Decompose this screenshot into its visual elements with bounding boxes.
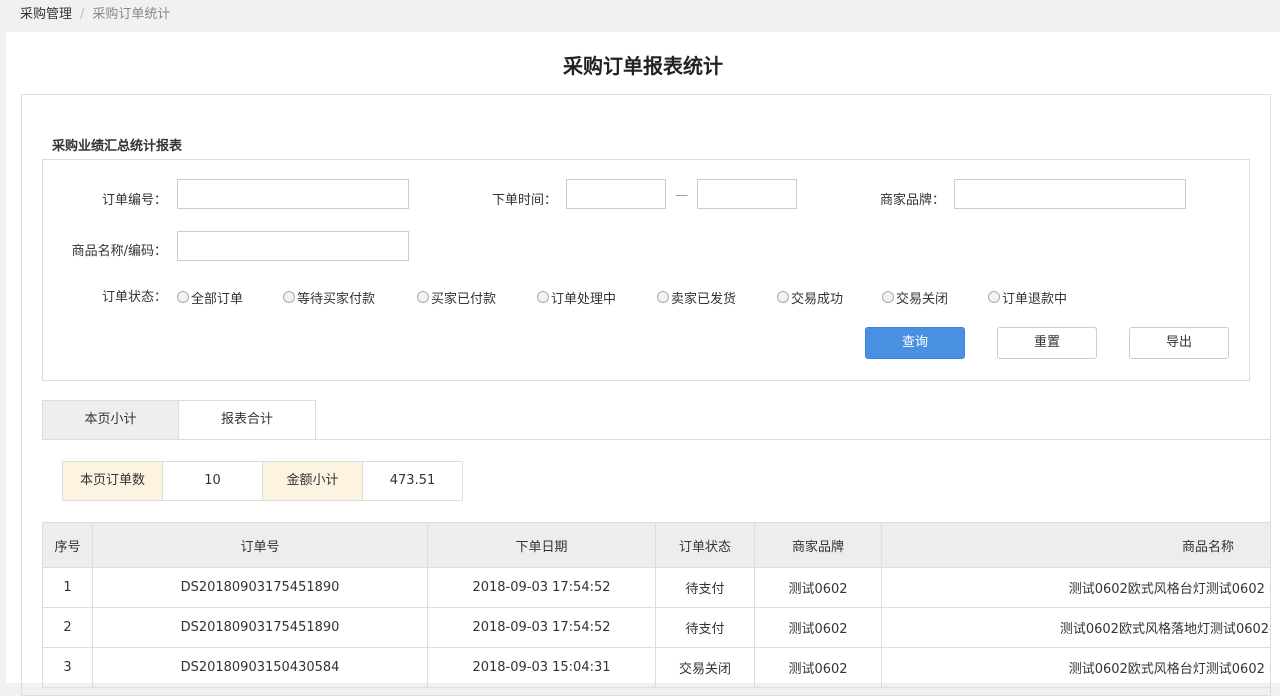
section-title: 采购业绩汇总统计报表 bbox=[52, 139, 183, 154]
cell-brand: 测试0602 bbox=[754, 607, 882, 648]
radio-circle-icon bbox=[988, 291, 1000, 303]
brand-label: 商家品牌： bbox=[879, 193, 945, 208]
order-time-start-input[interactable] bbox=[566, 179, 666, 209]
radio-circle-icon bbox=[657, 291, 669, 303]
breadcrumb: 采购管理 / 采购订单统计 bbox=[20, 6, 170, 24]
reset-button[interactable]: 重置 bbox=[997, 327, 1097, 359]
cell-product-name: 测试0602欧式风格台灯测试0602 测 bbox=[881, 567, 1270, 608]
table-header-row: 序号 订单号 下单日期 订单状态 商家品牌 商品名称 bbox=[42, 522, 1270, 568]
breadcrumb-home[interactable]: 采购管理 bbox=[20, 7, 72, 22]
amount-value: 473.51 bbox=[362, 461, 463, 501]
order-no-label: 订单编号： bbox=[101, 193, 167, 208]
export-button[interactable]: 导出 bbox=[1129, 327, 1229, 359]
order-no-input[interactable] bbox=[177, 179, 409, 209]
orders-table: 序号 订单号 下单日期 订单状态 商家品牌 商品名称 1 DS201809031… bbox=[42, 522, 1270, 688]
tab-page-subtotal[interactable]: 本页小计 bbox=[42, 400, 179, 440]
cell-index: 2 bbox=[42, 607, 93, 648]
cell-order-status: 交易关闭 bbox=[655, 647, 755, 688]
radio-circle-icon bbox=[777, 291, 789, 303]
table-row[interactable]: 2 DS20180903175451890 2018-09-03 17:54:5… bbox=[42, 607, 1270, 648]
header-product-name: 商品名称 bbox=[881, 522, 1270, 568]
product-input[interactable] bbox=[177, 231, 409, 261]
cell-product-name: 测试0602欧式风格台灯测试0602 测 bbox=[881, 647, 1270, 688]
cell-index: 1 bbox=[42, 567, 93, 608]
query-button[interactable]: 查询 bbox=[865, 327, 965, 359]
radio-circle-icon bbox=[882, 291, 894, 303]
breadcrumb-current: 采购订单统计 bbox=[92, 7, 171, 22]
main-content: 采购订单报表统计 采购业绩汇总统计报表 订单编号： 下单时间： — 商家品牌： … bbox=[6, 32, 1280, 696]
header-order-status: 订单状态 bbox=[655, 522, 755, 568]
cell-order-status: 待支付 bbox=[655, 607, 755, 648]
order-time-end-input[interactable] bbox=[697, 179, 797, 209]
tab-report-total[interactable]: 报表合计 bbox=[178, 400, 316, 440]
status-label: 订单状态： bbox=[101, 290, 167, 305]
status-radio-closed[interactable]: 交易关闭 bbox=[882, 289, 948, 307]
radio-circle-icon bbox=[177, 291, 189, 303]
header-brand: 商家品牌 bbox=[754, 522, 882, 568]
breadcrumb-separator: / bbox=[80, 7, 85, 22]
brand-input[interactable] bbox=[954, 179, 1186, 209]
cell-order-date: 2018-09-03 17:54:52 bbox=[427, 567, 656, 608]
order-time-label: 下单时间： bbox=[491, 193, 557, 208]
product-label: 商品名称/编码： bbox=[71, 244, 167, 259]
radio-circle-icon bbox=[537, 291, 549, 303]
status-radio-success[interactable]: 交易成功 bbox=[777, 289, 843, 307]
status-radio-awaiting-payment[interactable]: 等待买家付款 bbox=[283, 289, 375, 307]
date-separator: — bbox=[675, 188, 688, 203]
table-row[interactable]: 1 DS20180903175451890 2018-09-03 17:54:5… bbox=[42, 567, 1270, 608]
cell-order-status: 待支付 bbox=[655, 567, 755, 608]
tab-divider bbox=[42, 439, 1270, 440]
page-title: 采购订单报表统计 bbox=[563, 54, 723, 78]
radio-circle-icon bbox=[283, 291, 295, 303]
filter-form: 订单编号： 下单时间： — 商家品牌： 商品名称/编码： 订单状态： 全部订单 … bbox=[42, 159, 1250, 381]
cell-order-no: DS20180903150430584 bbox=[92, 647, 428, 688]
status-radio-all[interactable]: 全部订单 bbox=[177, 289, 243, 307]
radio-circle-icon bbox=[417, 291, 429, 303]
status-radio-paid[interactable]: 买家已付款 bbox=[417, 289, 496, 307]
report-panel: 采购业绩汇总统计报表 订单编号： 下单时间： — 商家品牌： 商品名称/编码： … bbox=[21, 94, 1271, 696]
cell-product-name: 测试0602欧式风格落地灯测试0602-1 bbox=[881, 607, 1270, 648]
cell-order-date: 2018-09-03 17:54:52 bbox=[427, 607, 656, 648]
status-radio-processing[interactable]: 订单处理中 bbox=[537, 289, 616, 307]
cell-order-no: DS20180903175451890 bbox=[92, 607, 428, 648]
status-radio-shipped[interactable]: 卖家已发货 bbox=[657, 289, 736, 307]
status-radio-refunding[interactable]: 订单退款中 bbox=[988, 289, 1067, 307]
order-count-value: 10 bbox=[162, 461, 263, 501]
table-row[interactable]: 3 DS20180903150430584 2018-09-03 15:04:3… bbox=[42, 647, 1270, 688]
cell-index: 3 bbox=[42, 647, 93, 688]
cell-order-no: DS20180903175451890 bbox=[92, 567, 428, 608]
header-order-date: 下单日期 bbox=[427, 522, 656, 568]
cell-brand: 测试0602 bbox=[754, 647, 882, 688]
cell-order-date: 2018-09-03 15:04:31 bbox=[427, 647, 656, 688]
order-count-label: 本页订单数 bbox=[62, 461, 163, 501]
header-order-no: 订单号 bbox=[92, 522, 428, 568]
cell-brand: 测试0602 bbox=[754, 567, 882, 608]
header-index: 序号 bbox=[42, 522, 93, 568]
amount-label: 金额小计 bbox=[262, 461, 363, 501]
